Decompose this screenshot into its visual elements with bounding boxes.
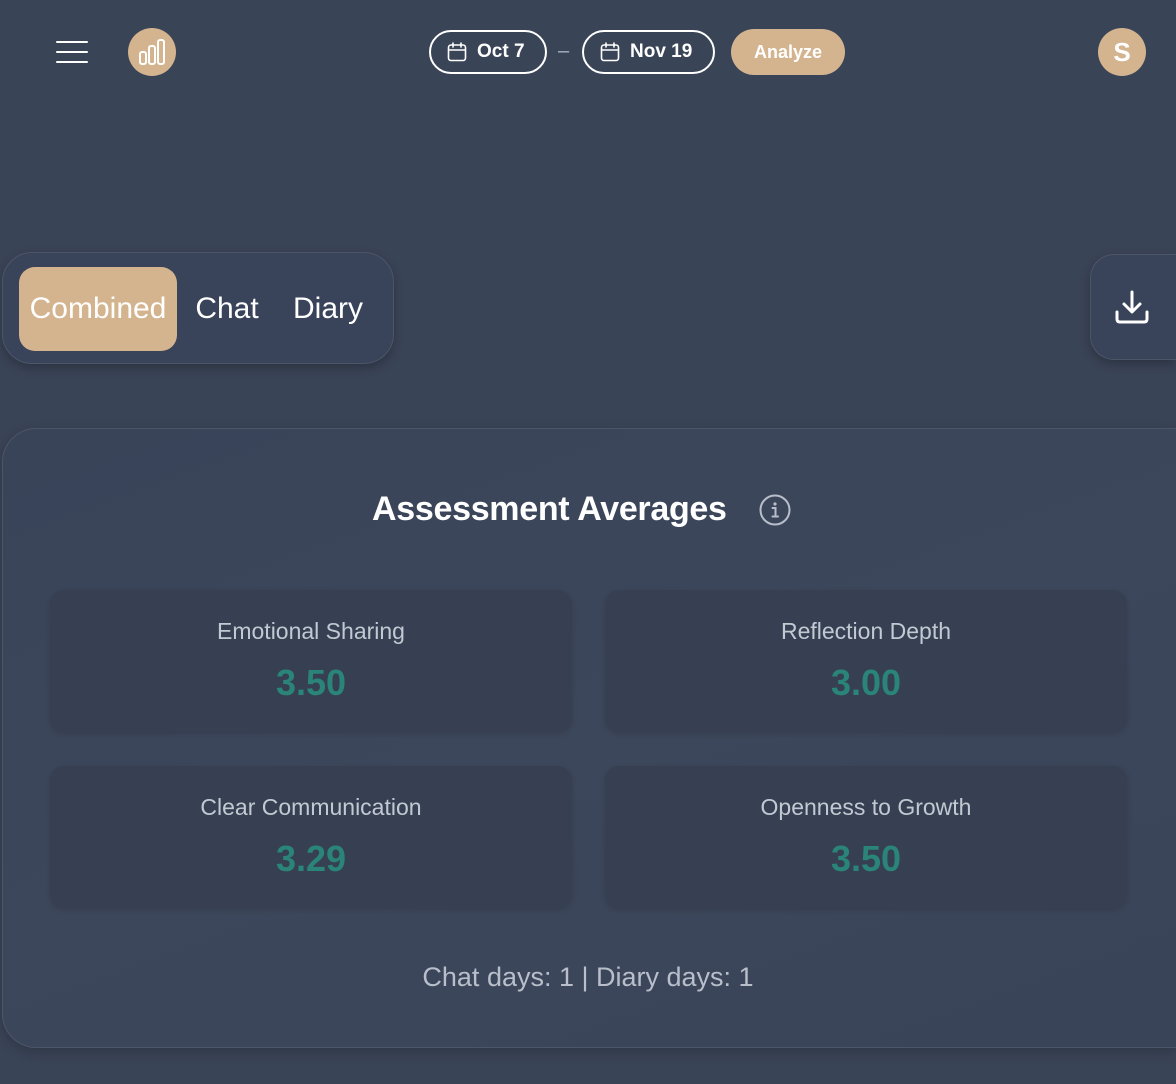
start-date-button[interactable]: Oct 7 — [429, 30, 547, 74]
app-logo[interactable] — [128, 28, 176, 76]
metric-clear-communication: Clear Communication 3.29 — [50, 766, 572, 908]
download-button[interactable] — [1090, 254, 1176, 360]
metric-openness-to-growth: Openness to Growth 3.50 — [605, 766, 1127, 908]
tab-diary[interactable]: Diary — [283, 267, 373, 351]
metric-label: Emotional Sharing — [217, 618, 405, 644]
day-counts: Chat days: 1 | Diary days: 1 — [422, 962, 754, 992]
metric-label: Clear Communication — [200, 794, 422, 820]
tab-chat[interactable]: Chat — [183, 267, 271, 351]
download-icon — [1115, 290, 1149, 324]
info-icon — [759, 494, 791, 526]
menu-button[interactable] — [50, 34, 94, 70]
metric-value: 3.00 — [830, 662, 902, 703]
tab-combined[interactable]: Combined — [19, 267, 177, 351]
calendar-icon — [600, 42, 620, 62]
assessment-title: Assessment Averages — [372, 490, 727, 528]
metric-value: 3.50 — [275, 662, 347, 703]
metric-value: 3.50 — [830, 838, 902, 879]
date-range-separator: – — [558, 40, 570, 62]
metric-label: Openness to Growth — [760, 794, 972, 820]
bar-chart-icon — [139, 39, 165, 65]
metric-emotional-sharing: Emotional Sharing 3.50 — [50, 590, 572, 732]
start-date-label: Oct 7 — [477, 41, 525, 62]
metric-reflection-depth: Reflection Depth 3.00 — [605, 590, 1127, 732]
end-date-label: Nov 19 — [630, 41, 693, 62]
hamburger-menu-icon — [56, 41, 88, 63]
metric-label: Reflection Depth — [780, 618, 952, 644]
source-tabs: Combined Chat Diary — [2, 252, 394, 364]
calendar-icon — [447, 42, 467, 62]
end-date-button[interactable]: Nov 19 — [582, 30, 715, 74]
user-avatar[interactable]: S — [1098, 28, 1146, 76]
info-button[interactable] — [759, 494, 791, 526]
top-bar: Oct 7 – Nov 19 Analyze S — [0, 0, 1176, 110]
analyze-button[interactable]: Analyze — [731, 29, 845, 75]
metric-value: 3.29 — [275, 838, 347, 879]
